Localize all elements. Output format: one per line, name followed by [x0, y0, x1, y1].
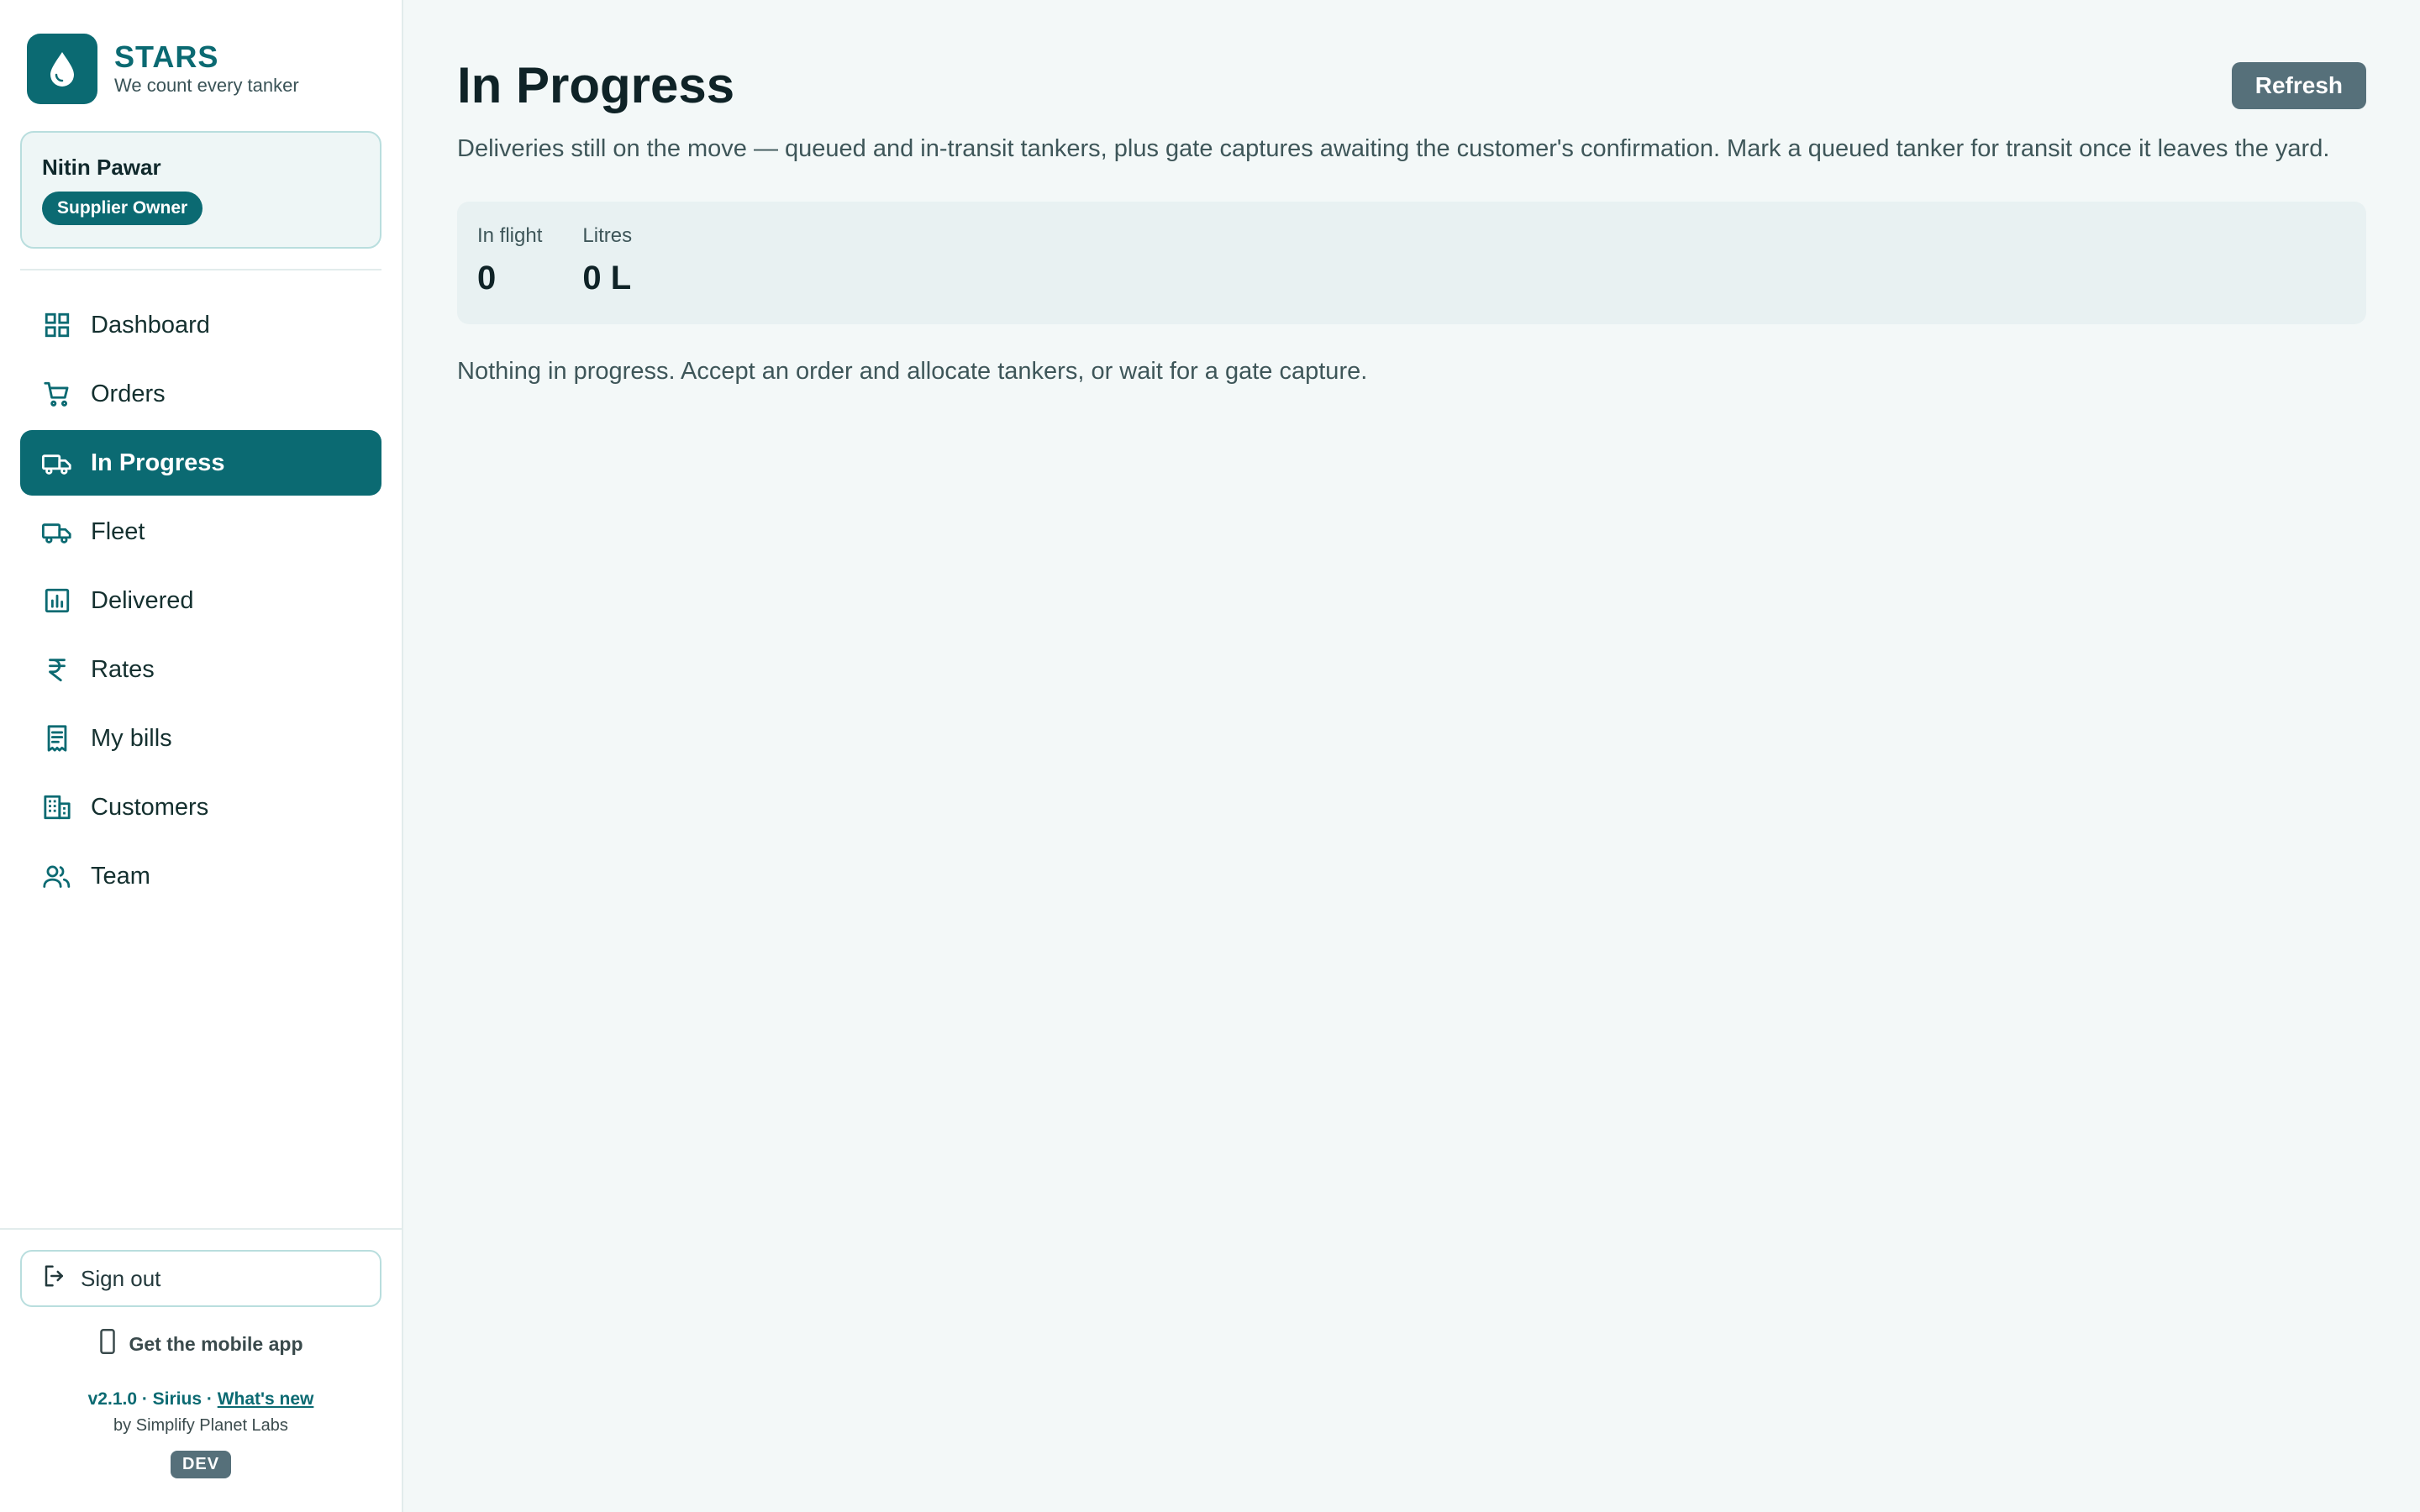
truck-icon [40, 515, 74, 549]
mobile-app-label: Get the mobile app [129, 1332, 303, 1355]
users-icon [40, 859, 74, 893]
rupee-icon [40, 653, 74, 686]
brand-tagline: We count every tanker [114, 75, 299, 96]
sign-out-label: Sign out [81, 1265, 161, 1291]
app-root: STARS We count every tanker Nitin Pawar … [0, 0, 2420, 1512]
sidebar-item-label: Customers [91, 793, 209, 821]
bar-chart-icon [40, 584, 74, 617]
sidebar-item-delivered[interactable]: Delivered [20, 568, 381, 633]
whats-new-link[interactable]: What's new [218, 1389, 314, 1409]
stat-value: 0 L [582, 260, 632, 297]
stats-panel: In flight 0 Litres 0 L [457, 202, 2366, 324]
page-title: In Progress [457, 57, 735, 113]
sidebar-nav: Dashboard Orders In Progress Fleet Deliv… [0, 292, 402, 912]
brand: STARS We count every tanker [0, 0, 402, 124]
sidebar-footer: Sign out Get the mobile app v2.1.0 · Sir… [0, 1228, 402, 1512]
stat-value: 0 [477, 260, 497, 297]
sidebar-item-customers[interactable]: Customers [20, 774, 381, 840]
empty-state-message: Nothing in progress. Accept an order and… [457, 358, 1368, 385]
refresh-button[interactable]: Refresh [2231, 62, 2366, 109]
grid-icon [40, 308, 74, 342]
stat-in-flight: In flight 0 [477, 223, 542, 302]
sidebar-item-in-progress[interactable]: In Progress [20, 430, 381, 496]
cart-icon [40, 377, 74, 411]
user-card: Nitin Pawar Supplier Owner [20, 131, 381, 249]
water-drop-icon [27, 34, 97, 104]
sidebar-item-label: Fleet [91, 517, 145, 545]
sidebar-item-label: Rates [91, 655, 155, 683]
sidebar-item-label: Dashboard [91, 311, 210, 339]
receipt-icon [40, 722, 74, 755]
sidebar-item-dashboard[interactable]: Dashboard [20, 292, 381, 358]
byline: by Simplify Planet Labs [113, 1416, 288, 1435]
page-description: Deliveries still on the move — queued an… [457, 135, 2330, 162]
sidebar-item-fleet[interactable]: Fleet [20, 499, 381, 564]
sidebar-item-team[interactable]: Team [20, 843, 381, 909]
version-text: v2.1.0 · Sirius · [87, 1389, 218, 1409]
sidebar-item-my-bills[interactable]: My bills [20, 706, 381, 771]
stat-label: In flight [477, 224, 543, 247]
sidebar-divider [20, 269, 381, 270]
sidebar: STARS We count every tanker Nitin Pawar … [0, 0, 403, 1512]
sidebar-item-label: My bills [91, 724, 172, 752]
version-line: v2.1.0 · Sirius · What's new [20, 1389, 381, 1410]
sign-out-icon [42, 1263, 67, 1294]
main-content: In Progress Refresh Deliveries still on … [403, 0, 2420, 1512]
phone-icon [98, 1329, 117, 1359]
sidebar-item-label: In Progress [91, 449, 225, 476]
truck-icon [40, 446, 74, 480]
sidebar-item-label: Team [91, 862, 150, 890]
sidebar-item-orders[interactable]: Orders [20, 361, 381, 427]
brand-name: STARS [114, 39, 219, 74]
user-name: Nitin Pawar [42, 155, 161, 180]
stat-litres: Litres 0 L [582, 223, 632, 302]
sidebar-item-rates[interactable]: Rates [20, 637, 381, 702]
page-header: In Progress Refresh [457, 55, 2366, 116]
sign-out-button[interactable]: Sign out [20, 1250, 381, 1307]
env-badge: DEV [170, 1451, 232, 1478]
mobile-app-link[interactable]: Get the mobile app [20, 1329, 381, 1359]
sidebar-item-label: Delivered [91, 586, 194, 614]
role-badge: Supplier Owner [42, 192, 203, 225]
sidebar-item-label: Orders [91, 380, 166, 407]
building-icon [40, 790, 74, 824]
stat-label: Litres [582, 224, 633, 247]
